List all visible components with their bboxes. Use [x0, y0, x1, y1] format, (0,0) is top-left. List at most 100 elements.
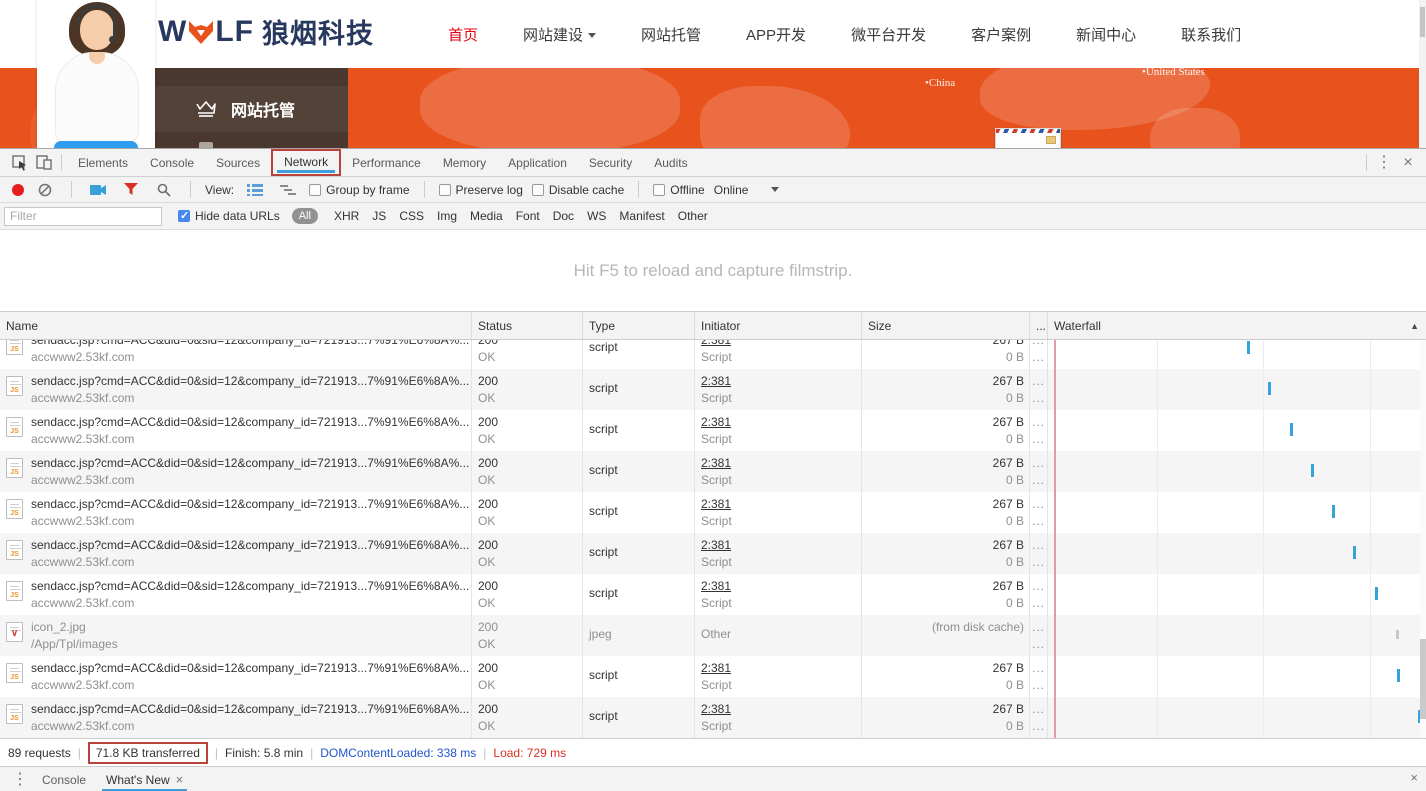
nav-home[interactable]: 首页: [448, 24, 478, 45]
search-icon[interactable]: [152, 179, 176, 201]
filter-js[interactable]: JS: [372, 209, 386, 223]
group-by-frame-checkbox[interactable]: [309, 184, 321, 196]
throttling-dropdown-icon[interactable]: [771, 187, 779, 192]
disable-cache-toggle[interactable]: Disable cache: [532, 183, 624, 197]
nav-customer-cases[interactable]: 客户案例: [971, 24, 1031, 45]
table-row[interactable]: JSsendacc.jsp?cmd=ACC&did=0&sid=12&compa…: [0, 451, 1426, 492]
tab-sources[interactable]: Sources: [205, 150, 271, 176]
initiator-link[interactable]: 2:381: [701, 340, 861, 349]
clear-icon[interactable]: [33, 179, 57, 201]
filter-font[interactable]: Font: [516, 209, 540, 223]
filter-input[interactable]: [4, 207, 162, 226]
throttling-select[interactable]: Online: [714, 183, 749, 197]
drawer-menu-icon[interactable]: ⋮: [8, 769, 32, 791]
table-scrollbar-thumb[interactable]: [1420, 639, 1426, 719]
inspect-element-icon[interactable]: [8, 152, 32, 174]
filter-doc[interactable]: Doc: [553, 209, 574, 223]
initiator-kind: Script: [701, 677, 861, 693]
tab-console[interactable]: Console: [139, 150, 205, 176]
filter-manifest[interactable]: Manifest: [619, 209, 664, 223]
disable-cache-checkbox[interactable]: [532, 184, 544, 196]
filter-media[interactable]: Media: [470, 209, 503, 223]
offline-checkbox[interactable]: [653, 184, 665, 196]
filter-xhr[interactable]: XHR: [334, 209, 359, 223]
column-header-size[interactable]: Size: [862, 312, 1030, 339]
filter-other[interactable]: Other: [678, 209, 708, 223]
initiator-link[interactable]: 2:381: [701, 701, 861, 718]
map-label-china: •China: [925, 77, 955, 89]
column-header-more[interactable]: ...: [1030, 312, 1048, 339]
initiator-link[interactable]: 2:381: [701, 537, 861, 554]
filter-funnel-icon[interactable]: [119, 179, 143, 201]
record-button[interactable]: [12, 184, 24, 196]
drawer-tab-whats-new[interactable]: What's New ×: [96, 767, 193, 791]
large-rows-icon[interactable]: [243, 179, 267, 201]
status-code: 200: [478, 340, 582, 349]
status-code: 200: [478, 455, 582, 472]
tab-elements[interactable]: Elements: [67, 150, 139, 176]
column-header-initiator[interactable]: Initiator: [695, 312, 862, 339]
column-header-name[interactable]: Name: [0, 312, 472, 339]
nav-news-center[interactable]: 新闻中心: [1076, 24, 1136, 45]
side-menu-item-hosting[interactable]: 网站托管: [155, 86, 348, 132]
initiator-link[interactable]: 2:381: [701, 660, 861, 677]
drawer-tab-console[interactable]: Console: [32, 767, 96, 791]
device-toolbar-icon[interactable]: [32, 152, 56, 174]
table-row[interactable]: JSsendacc.jsp?cmd=ACC&did=0&sid=12&compa…: [0, 410, 1426, 451]
page-scrollbar[interactable]: [1419, 0, 1426, 148]
drawer-close-icon[interactable]: ×: [1410, 770, 1418, 785]
type-filters: XHR JS CSS Img Media Font Doc WS Manifes…: [334, 209, 708, 223]
column-header-status[interactable]: Status: [472, 312, 583, 339]
site-logo[interactable]: W LF 狼烟科技: [158, 12, 374, 51]
column-header-waterfall[interactable]: Waterfall ▲: [1048, 312, 1426, 339]
table-row[interactable]: JSsendacc.jsp?cmd=ACC&did=0&sid=12&compa…: [0, 369, 1426, 410]
filter-css[interactable]: CSS: [399, 209, 424, 223]
tab-memory[interactable]: Memory: [432, 150, 497, 176]
filter-ws[interactable]: WS: [587, 209, 606, 223]
page-scrollbar-thumb[interactable]: [1420, 7, 1425, 37]
preserve-log-checkbox[interactable]: [439, 184, 451, 196]
sort-indicator-icon[interactable]: ▲: [1410, 321, 1419, 331]
table-row[interactable]: JSsendacc.jsp?cmd=ACC&did=0&sid=12&compa…: [0, 492, 1426, 533]
hide-data-urls-toggle[interactable]: Hide data URLs: [178, 209, 280, 223]
table-row[interactable]: JSsendacc.jsp?cmd=ACC&did=0&sid=12&compa…: [0, 533, 1426, 574]
tab-security[interactable]: Security: [578, 150, 643, 176]
tab-application[interactable]: Application: [497, 150, 578, 176]
initiator-link[interactable]: 2:381: [701, 455, 861, 472]
devtools-close-icon[interactable]: ×: [1396, 152, 1420, 174]
initiator-link[interactable]: 2:381: [701, 578, 861, 595]
initiator-link[interactable]: 2:381: [701, 496, 861, 513]
hide-data-urls-checkbox[interactable]: [178, 210, 190, 222]
column-header-type[interactable]: Type: [583, 312, 695, 339]
group-by-frame-toggle[interactable]: Group by frame: [309, 183, 409, 197]
capture-screenshots-icon[interactable]: [86, 179, 110, 201]
table-row[interactable]: JSsendacc.jsp?cmd=ACC&did=0&sid=12&compa…: [0, 574, 1426, 615]
filter-img[interactable]: Img: [437, 209, 457, 223]
tab-audits[interactable]: Audits: [643, 150, 698, 176]
nav-app-dev[interactable]: APP开发: [746, 24, 806, 45]
table-row[interactable]: JSsendacc.jsp?cmd=ACC&did=0&sid=12&compa…: [0, 697, 1426, 738]
nav-website-hosting[interactable]: 网站托管: [641, 24, 701, 45]
devtools-panel: Elements Console Sources Network Perform…: [0, 148, 1426, 791]
nav-micro-platform[interactable]: 微平台开发: [851, 24, 926, 45]
initiator-link[interactable]: 2:381: [701, 373, 861, 390]
table-scrollbar[interactable]: [1420, 340, 1426, 738]
show-overview-icon[interactable]: [276, 179, 300, 201]
nav-website-build[interactable]: 网站建设: [523, 24, 596, 45]
type-cell: script: [583, 533, 695, 574]
tab-network[interactable]: Network: [271, 149, 341, 176]
chat-button[interactable]: [54, 141, 138, 148]
customer-service-widget[interactable]: [37, 0, 155, 148]
nav-contact-us[interactable]: 联系我们: [1181, 24, 1241, 45]
close-tab-icon[interactable]: ×: [176, 772, 184, 787]
table-row[interactable]: JSsendacc.jsp?cmd=ACC&did=0&sid=12&compa…: [0, 340, 1426, 369]
table-row[interactable]: ∨icon_2.jpg/App/Tpl/images200OKjpegOther…: [0, 615, 1426, 656]
tab-performance[interactable]: Performance: [341, 150, 432, 176]
offline-toggle[interactable]: Offline: [653, 183, 704, 197]
filter-all-pill[interactable]: All: [292, 208, 318, 224]
initiator-link[interactable]: 2:381: [701, 414, 861, 431]
table-row[interactable]: JSsendacc.jsp?cmd=ACC&did=0&sid=12&compa…: [0, 656, 1426, 697]
waterfall-bar: [1290, 423, 1293, 436]
preserve-log-toggle[interactable]: Preserve log: [439, 183, 523, 197]
devtools-menu-icon[interactable]: ⋮: [1372, 152, 1396, 174]
